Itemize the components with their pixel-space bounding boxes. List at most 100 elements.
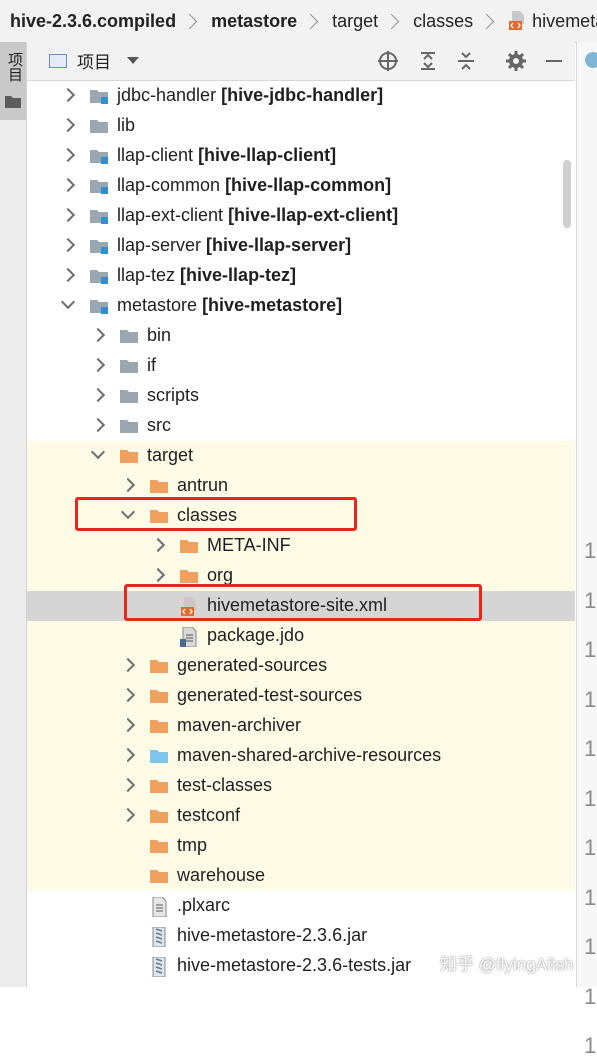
gutter-line-number: 1	[584, 1033, 597, 1058]
chevron-right-icon[interactable]	[60, 117, 76, 133]
chevron-right-icon[interactable]	[120, 687, 136, 703]
tree-row[interactable]: tmp	[27, 831, 575, 861]
tree-row[interactable]: lib	[27, 111, 575, 141]
tree-row[interactable]: llap-client [hive-llap-client]	[27, 141, 575, 171]
tree-row[interactable]: bin	[27, 321, 575, 351]
chevron-right-icon[interactable]	[60, 207, 76, 223]
tree-row-label: org	[207, 565, 233, 586]
tree-item-name: generated-test-sources	[177, 685, 363, 705]
tree-row-label: warehouse	[177, 865, 265, 886]
gutter-line-number: 1	[584, 785, 597, 811]
collapse-all-icon[interactable]	[455, 50, 477, 72]
folder-gray-icon	[90, 117, 110, 140]
tree-item-name: generated-sources	[177, 655, 328, 675]
breadcrumb-item[interactable]: classes	[403, 11, 498, 32]
breadcrumb-item[interactable]: metastore	[201, 11, 322, 32]
chevron-right-icon[interactable]	[120, 717, 136, 733]
gutter-line-number: 1	[584, 983, 597, 1009]
tree-row[interactable]: generated-test-sources	[27, 681, 575, 711]
tree-row[interactable]: maven-archiver	[27, 711, 575, 741]
gear-icon[interactable]	[505, 50, 527, 72]
chevron-down-icon[interactable]	[60, 294, 76, 310]
chevron-right-icon[interactable]	[120, 807, 136, 823]
project-side-tab[interactable]: 项目	[0, 42, 26, 120]
tree-row-label: llap-common [hive-llap-common]	[117, 175, 391, 196]
tree-item-name: llap-common	[117, 175, 221, 195]
tree-item-name: target	[147, 445, 194, 465]
window-icon	[49, 53, 67, 68]
breadcrumb-item[interactable]: hive-2.3.6.compiled	[0, 11, 201, 32]
tree-row[interactable]: scripts	[27, 381, 575, 411]
tree-item-name: llap-ext-client	[117, 205, 224, 225]
jar-icon	[150, 956, 168, 982]
tree-row[interactable]: warehouse	[27, 861, 575, 891]
tree-row[interactable]: metastore [hive-metastore]	[27, 291, 575, 321]
tree-row[interactable]: llap-server [hive-llap-server]	[27, 231, 575, 261]
chevron-right-icon[interactable]	[60, 267, 76, 283]
folder-orange-icon	[180, 537, 200, 560]
chevron-down-icon[interactable]	[90, 444, 106, 460]
chevron-right-icon[interactable]	[60, 87, 76, 103]
tree-row-label: testconf	[177, 805, 240, 826]
chevron-right-icon[interactable]	[60, 147, 76, 163]
tree-row[interactable]: jdbc-handler [hive-jdbc-handler]	[27, 81, 575, 111]
chevron-right-icon[interactable]	[120, 477, 136, 493]
folder-orange-icon	[150, 717, 170, 740]
tree-item-name: maven-shared-archive-resources	[177, 745, 442, 765]
gutter-line-number: 1	[584, 538, 597, 563]
chevron-right-icon[interactable]	[90, 387, 106, 403]
tree-row[interactable]: maven-shared-archive-resources	[27, 741, 575, 771]
chevron-right-icon[interactable]	[150, 567, 166, 583]
tree-row[interactable]: generated-sources	[27, 651, 575, 681]
watermark: 知乎 @flyingAfish	[440, 955, 574, 974]
tree-item-name: jdbc-handler	[117, 85, 217, 105]
tree-item-name: hive-metastore-2.3.6.jar	[177, 925, 368, 945]
folder-orange-icon	[150, 837, 170, 860]
tree-row[interactable]: testconf	[27, 801, 575, 831]
chevron-right-icon[interactable]	[120, 747, 136, 763]
tree-row[interactable]: package.jdo	[27, 621, 575, 651]
tree-row[interactable]: llap-tez [hive-llap-tez]	[27, 261, 575, 291]
chevron-right-icon[interactable]	[90, 327, 106, 343]
tree-row[interactable]: target	[27, 441, 575, 471]
module-folder-icon	[90, 207, 110, 230]
tree-row[interactable]: .plxarc	[27, 891, 575, 921]
tree-row[interactable]: llap-ext-client [hive-llap-ext-client]	[27, 201, 575, 231]
tree-row[interactable]: llap-common [hive-llap-common]	[27, 171, 575, 201]
chevron-right-icon[interactable]	[60, 237, 76, 253]
breadcrumb-item[interactable]: hivemetas	[498, 11, 597, 32]
tree-item-module: [hive-llap-tez]	[180, 265, 297, 285]
module-folder-icon	[90, 87, 110, 110]
tree-row[interactable]: hive-metastore-2.3.6.jar	[27, 921, 575, 951]
tree-row[interactable]: if	[27, 351, 575, 381]
tree-row-label: if	[147, 355, 156, 376]
breadcrumb-item[interactable]: target	[322, 11, 403, 32]
tree-scrollbar[interactable]	[563, 160, 571, 228]
tree-row-label: llap-tez [hive-llap-tez]	[117, 265, 296, 286]
tree-item-module: [hive-llap-server]	[206, 235, 352, 255]
expand-all-icon[interactable]	[417, 50, 439, 72]
tree-row[interactable]: test-classes	[27, 771, 575, 801]
text-file-icon	[150, 896, 168, 922]
chevron-right-icon[interactable]	[120, 657, 136, 673]
tree-item-name: llap-tez	[117, 265, 176, 285]
tree-row-label: generated-test-sources	[177, 685, 362, 706]
chevron-right-icon[interactable]	[150, 537, 166, 553]
tree-row-label: antrun	[177, 475, 228, 496]
chevron-right-icon[interactable]	[120, 777, 136, 793]
tree-row[interactable]: META-INF	[27, 531, 575, 561]
project-view-selector[interactable]: 项目	[49, 48, 139, 73]
project-tree: jdbc-handler [hive-jdbc-handler] lib llap-…	[27, 80, 575, 987]
tree-row-label: hive-metastore-2.3.6-tests.jar	[177, 955, 411, 976]
chevron-right-icon[interactable]	[90, 357, 106, 373]
chevron-right-icon[interactable]	[90, 417, 106, 433]
locate-target-icon[interactable]	[377, 50, 399, 72]
minimize-icon[interactable]	[543, 50, 565, 72]
highlight-box-classes	[75, 497, 357, 531]
tree-row-label: maven-shared-archive-resources	[177, 745, 441, 766]
tree-row-label: bin	[147, 325, 171, 346]
chevron-right-icon[interactable]	[60, 177, 76, 193]
tree-item-module: [hive-metastore]	[202, 295, 343, 315]
tree-item-name: hive-metastore-2.3.6-tests.jar	[177, 955, 412, 975]
tree-row[interactable]: src	[27, 411, 575, 441]
